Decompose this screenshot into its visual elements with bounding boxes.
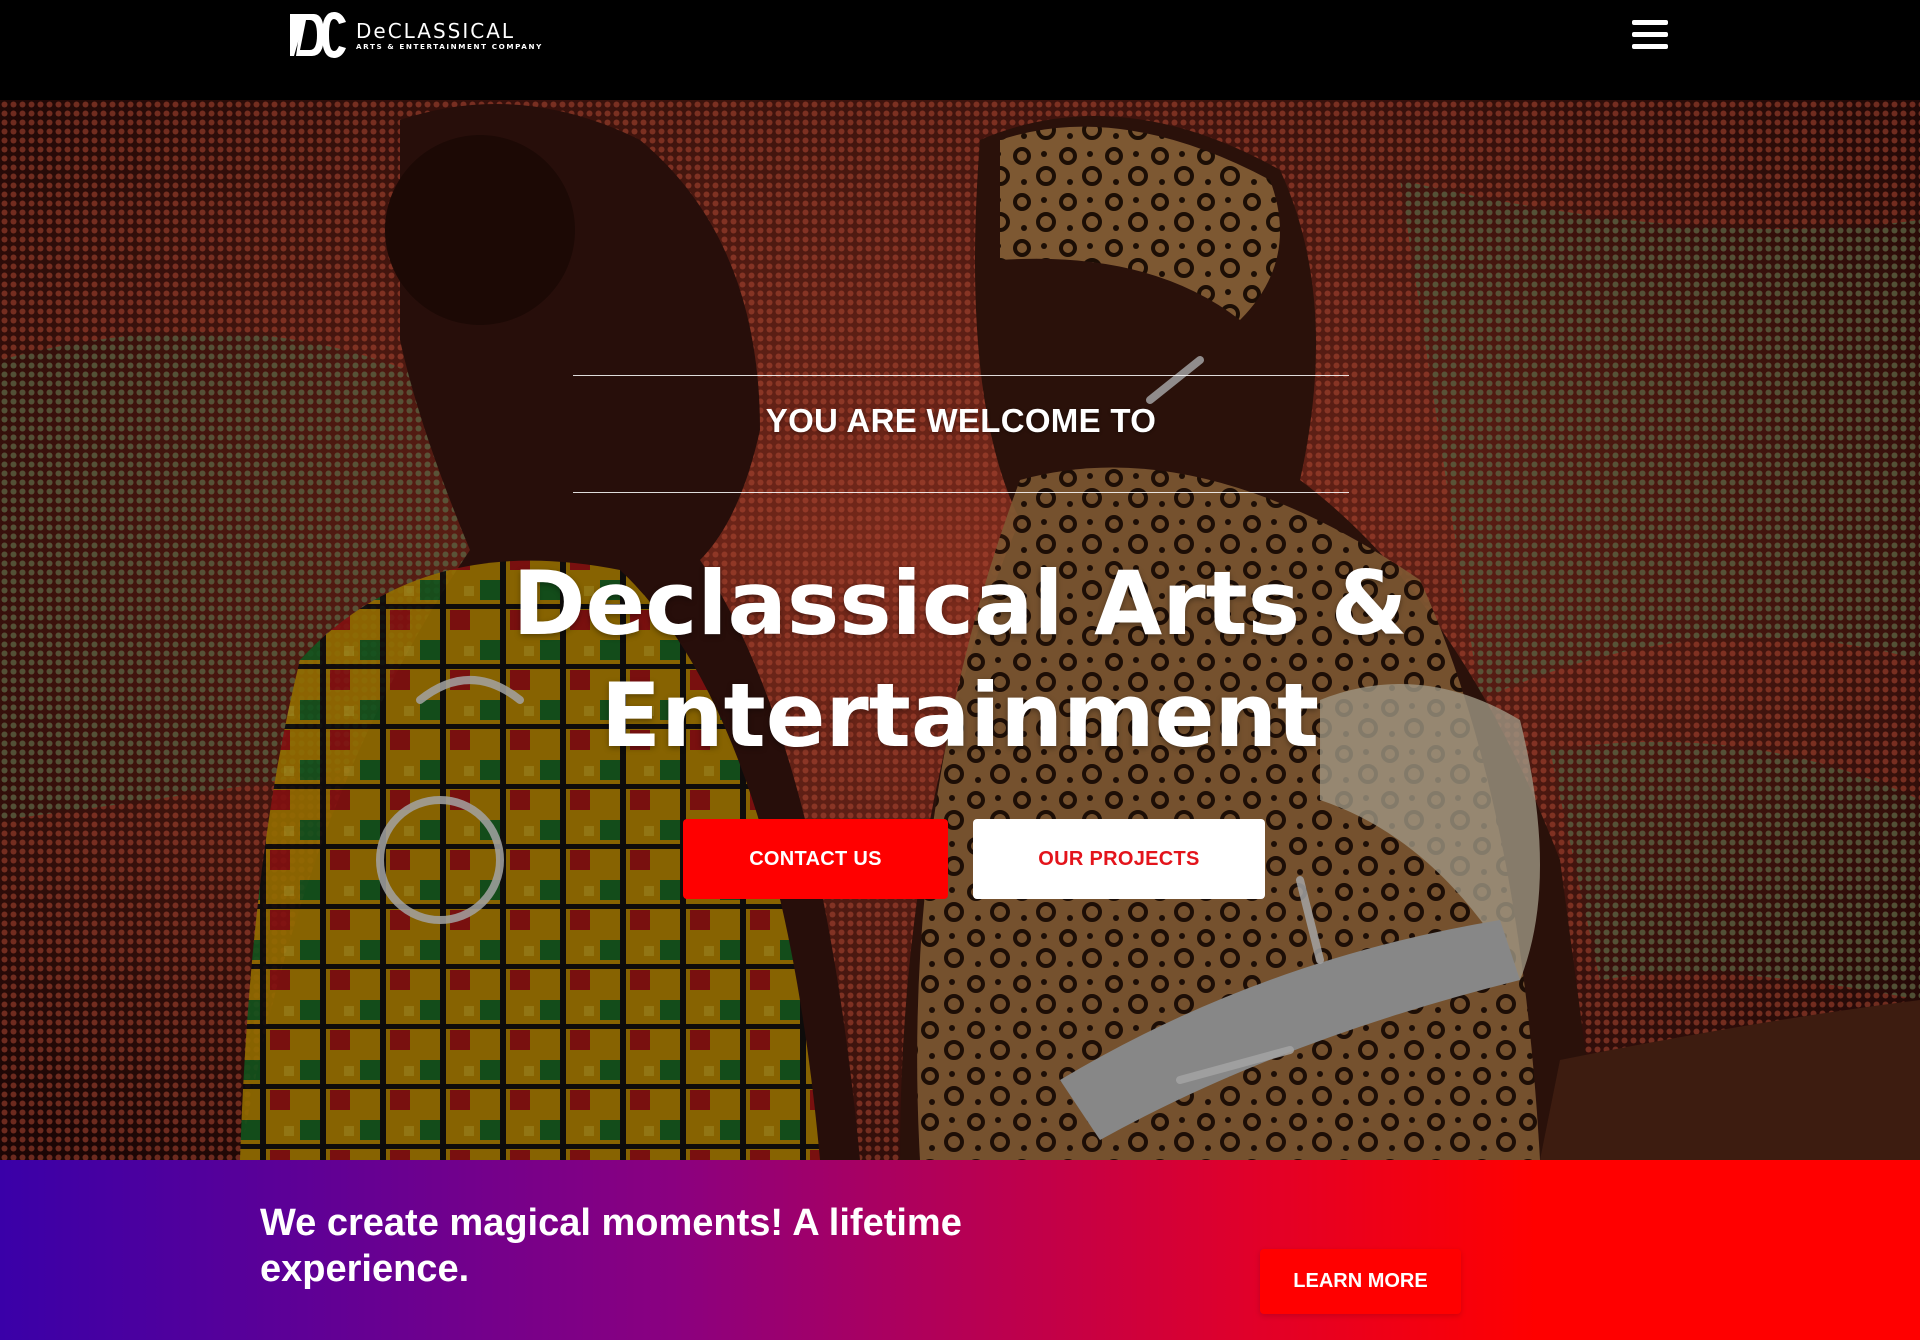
dc-logo-icon [288,10,348,62]
divider-bottom [573,492,1349,493]
divider-top [573,375,1349,376]
logo-tagline: ARTS & ENTERTAINMENT COMPANY [356,42,543,51]
hero-kicker: YOU ARE WELCOME TO [765,402,1157,439]
site-header: DeCLASSICAL ARTS & ENTERTAINMENT COMPANY [0,0,1920,100]
contact-us-button[interactable]: CONTACT US [683,819,948,899]
hamburger-menu-icon[interactable] [1632,18,1668,52]
learn-more-button[interactable]: LEARN MORE [1260,1249,1461,1314]
hero-title-line-1: Declassical Arts & [512,552,1408,655]
hero-title-line-2: Entertainment [600,664,1320,767]
our-projects-button[interactable]: OUR PROJECTS [973,819,1265,899]
hero-title: Declassical Arts & Entertainment [360,548,1560,772]
hero-section: YOU ARE WELCOME TO Declassical Arts & En… [0,100,1920,1160]
banner-text: We create magical moments! A lifetime ex… [260,1202,962,1290]
logo-text: DeCLASSICAL ARTS & ENTERTAINMENT COMPANY [356,20,543,52]
logo-name: DeCLASSICAL [356,19,516,43]
site-logo[interactable]: DeCLASSICAL ARTS & ENTERTAINMENT COMPANY [288,10,543,62]
hero-content: YOU ARE WELCOME TO Declassical Arts & En… [0,100,1920,1160]
cta-banner: We create magical moments! A lifetime ex… [0,1160,1920,1340]
